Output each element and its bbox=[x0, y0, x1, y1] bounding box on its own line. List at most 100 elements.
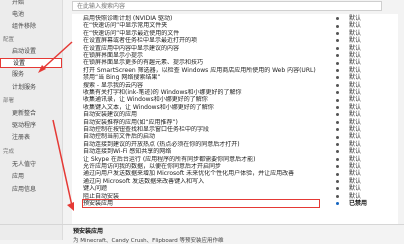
setting-value: 默认 bbox=[349, 185, 362, 193]
setting-label: 自动控制在按钮查找和显示窗口任务栏中的字段 bbox=[83, 126, 210, 133]
radio-dot-icon[interactable] bbox=[336, 46, 339, 50]
radio-dot-icon[interactable] bbox=[336, 76, 339, 80]
setting-row[interactable]: 自动控制当前文件后的启动 默认 bbox=[72, 133, 398, 140]
sidebar-item[interactable]: 计划服务 bbox=[0, 83, 62, 93]
radio-dot-icon[interactable] bbox=[336, 157, 339, 161]
setting-row[interactable]: 在设置应用中内容中显示建议的内容 默认 bbox=[72, 45, 398, 52]
setting-label: 收集键入文本，让 Windows和小娜更好的了解你 bbox=[83, 103, 214, 111]
radio-dot-icon[interactable] bbox=[336, 24, 339, 28]
radio-dot-icon[interactable] bbox=[336, 187, 339, 191]
detail-description: 为 Minecraft、Candy Crush、Flipboard 等预安装应用… bbox=[73, 238, 224, 244]
setting-value: 已禁用 bbox=[349, 200, 368, 207]
setting-label: 允许应用访问我的数据，以便在你同意后才开启同步 bbox=[83, 163, 222, 170]
setting-label: 键入问题 bbox=[83, 185, 108, 193]
setting-label: 阻止自动安装 bbox=[83, 192, 120, 200]
radio-dot-icon[interactable] bbox=[336, 120, 339, 124]
setting-label: 自动安装建议的应用 bbox=[83, 111, 138, 119]
setting-value: 默认 bbox=[349, 170, 362, 178]
sidebar-item[interactable]: 注册表 bbox=[0, 133, 62, 143]
sidebar-item[interactable]: 应用信息 bbox=[0, 185, 62, 195]
radio-dot-icon[interactable] bbox=[336, 54, 339, 58]
setting-row[interactable]: 在设置屏幕或者任务栏中显示最近打开的项 默认 bbox=[72, 37, 398, 44]
setting-label: 在锁屏界面显示小提示 bbox=[83, 52, 144, 59]
radio-dot-icon[interactable] bbox=[336, 202, 339, 206]
setting-row[interactable]: 通过向用户发送数据来增加 Microsoft 未来优化个性化用户体验，并让应用改… bbox=[72, 170, 398, 177]
search-box[interactable] bbox=[72, 1, 382, 11]
radio-dot-icon[interactable] bbox=[336, 113, 339, 117]
radio-dot-icon[interactable] bbox=[336, 172, 339, 176]
setting-row[interactable]: 阻止自动安装 默认 bbox=[72, 193, 398, 200]
sidebar-category: 完成 bbox=[3, 149, 15, 155]
setting-row[interactable]: 禁用“当 Bing 网络搜索结果” 默认 bbox=[72, 74, 398, 81]
setting-row[interactable]: 自动连接到Wi-Fi 感知共享的网络 默认 bbox=[72, 148, 398, 155]
setting-row[interactable]: 搜索 - 显示我的云内容 默认 bbox=[72, 82, 398, 89]
setting-value: 默认 bbox=[349, 155, 362, 163]
sidebar-item[interactable]: 电池 bbox=[0, 10, 62, 20]
setting-label: 预安装应用 bbox=[82, 198, 320, 209]
setting-label: 让 Skype 在后台运行 (应用程序的所有同步都需要你同意后才能) bbox=[83, 155, 256, 163]
setting-label: 在锁屏界面显示更多的有趣元素、提示和技巧 bbox=[83, 59, 204, 67]
radio-dot-icon[interactable] bbox=[336, 194, 339, 198]
sidebar-item[interactable]: 驱动程序 bbox=[0, 121, 62, 131]
setting-label: 在“快速访问”中显示常用文件夹 bbox=[83, 22, 168, 30]
setting-label: 在设置屏幕或者任务栏中显示最近打开的项 bbox=[83, 37, 198, 45]
sidebar-category: 配置 bbox=[3, 37, 15, 43]
sidebar-item[interactable]: 设置 bbox=[0, 58, 62, 68]
radio-dot-icon[interactable] bbox=[336, 83, 339, 87]
setting-value: 默认 bbox=[349, 81, 362, 89]
setting-value: 默认 bbox=[349, 59, 362, 67]
sidebar-item[interactable]: 组件移除 bbox=[0, 22, 62, 32]
radio-dot-icon[interactable] bbox=[336, 68, 339, 72]
setting-label: 自动安装推荐的应用(如“应用推荐”) bbox=[83, 118, 178, 126]
sidebar-item[interactable]: 开始 bbox=[0, 0, 62, 8]
setting-label: 自动控制当前文件后的启动 bbox=[83, 133, 156, 141]
setting-row[interactable]: 收集通讯录，让 Windows和小娜更好的了解你 默认 bbox=[72, 96, 398, 103]
detail-divider bbox=[0, 224, 404, 225]
setting-value: 默认 bbox=[349, 192, 362, 200]
radio-dot-icon[interactable] bbox=[336, 179, 339, 183]
sidebar-item[interactable]: 无人值守 bbox=[0, 160, 62, 170]
setting-label: 搜索 - 显示我的云内容 bbox=[83, 81, 143, 89]
setting-row[interactable]: 键入问题 默认 bbox=[72, 185, 398, 192]
detail-title: 预安装应用 bbox=[73, 228, 104, 235]
radio-dot-icon[interactable] bbox=[336, 98, 339, 102]
setting-label: 禁用“当 Bing 网络搜索结果” bbox=[83, 74, 161, 82]
setting-label: 收集通讯录，让 Windows和小娜更好的了解你 bbox=[83, 96, 208, 104]
sidebar-nav: 开始电池组件移除配置启动设置 设置服务计划服务部署更新整合驱动程序注册表完成无人值… bbox=[0, 0, 63, 240]
radio-dot-icon[interactable] bbox=[336, 128, 339, 132]
setting-row[interactable]: 自动安装推荐的应用(如“应用推荐”) 默认 bbox=[72, 119, 398, 126]
setting-value: 默认 bbox=[349, 148, 362, 156]
setting-value: 默认 bbox=[349, 44, 362, 52]
radio-dot-icon[interactable] bbox=[336, 105, 339, 109]
setting-row[interactable]: 让 Skype 在后台运行 (应用程序的所有同步都需要你同意后才能) 默认 bbox=[72, 156, 398, 163]
settings-list: 启用快照诊断计划 (NVIDIA 驱动) 默认 在“快速访问”中显示常用文件夹 默认在… bbox=[72, 14, 398, 224]
setting-label: 通过向用户发送数据来增加 Microsoft 未来优化个性化用户体验，并让应用改… bbox=[83, 170, 295, 178]
setting-row[interactable]: 预安装应用 已禁用 bbox=[72, 198, 398, 209]
setting-value: 默认 bbox=[349, 133, 362, 141]
sidebar-item[interactable]: 启动设置 bbox=[0, 47, 62, 57]
sidebar-category: 部署 bbox=[3, 98, 15, 104]
sidebar-item[interactable]: 更新整合 bbox=[0, 109, 62, 119]
setting-value: 默认 bbox=[349, 37, 362, 45]
radio-dot-icon[interactable] bbox=[336, 91, 339, 95]
radio-dot-icon[interactable] bbox=[336, 165, 339, 169]
sidebar-item[interactable]: 应用 bbox=[0, 172, 62, 182]
radio-dot-icon[interactable] bbox=[336, 61, 339, 65]
setting-value: 默认 bbox=[349, 22, 362, 30]
radio-dot-icon[interactable] bbox=[336, 31, 339, 35]
radio-dot-icon[interactable] bbox=[336, 150, 339, 154]
setting-value: 默认 bbox=[349, 96, 362, 104]
setting-label: 通过向 Microsoft 发送数据来改善键入和写入 bbox=[83, 177, 205, 185]
setting-label: 自动连接到Wi-Fi 感知共享的网络 bbox=[83, 148, 172, 156]
radio-dot-icon[interactable] bbox=[336, 142, 339, 146]
setting-row[interactable]: 自动安装建议的应用 默认 bbox=[72, 111, 398, 118]
search-input[interactable] bbox=[73, 2, 381, 10]
setting-row[interactable]: 在“快速访问”中显示常用文件夹 默认 bbox=[72, 22, 398, 29]
setting-row[interactable]: 在锁屏界面显示更多的有趣元素、提示和技巧 默认 bbox=[72, 59, 398, 66]
radio-dot-icon[interactable] bbox=[336, 17, 339, 21]
radio-dot-icon[interactable] bbox=[336, 135, 339, 139]
sidebar-item[interactable]: 服务 bbox=[0, 70, 62, 80]
setting-label: 自动连接到建议的开放热点 (热点必须在你的同意后才打开) bbox=[83, 140, 240, 148]
radio-dot-icon[interactable] bbox=[336, 39, 339, 43]
detail-panel: 预安装应用 为 Minecraft、Candy Crush、Flipboard … bbox=[73, 226, 393, 244]
